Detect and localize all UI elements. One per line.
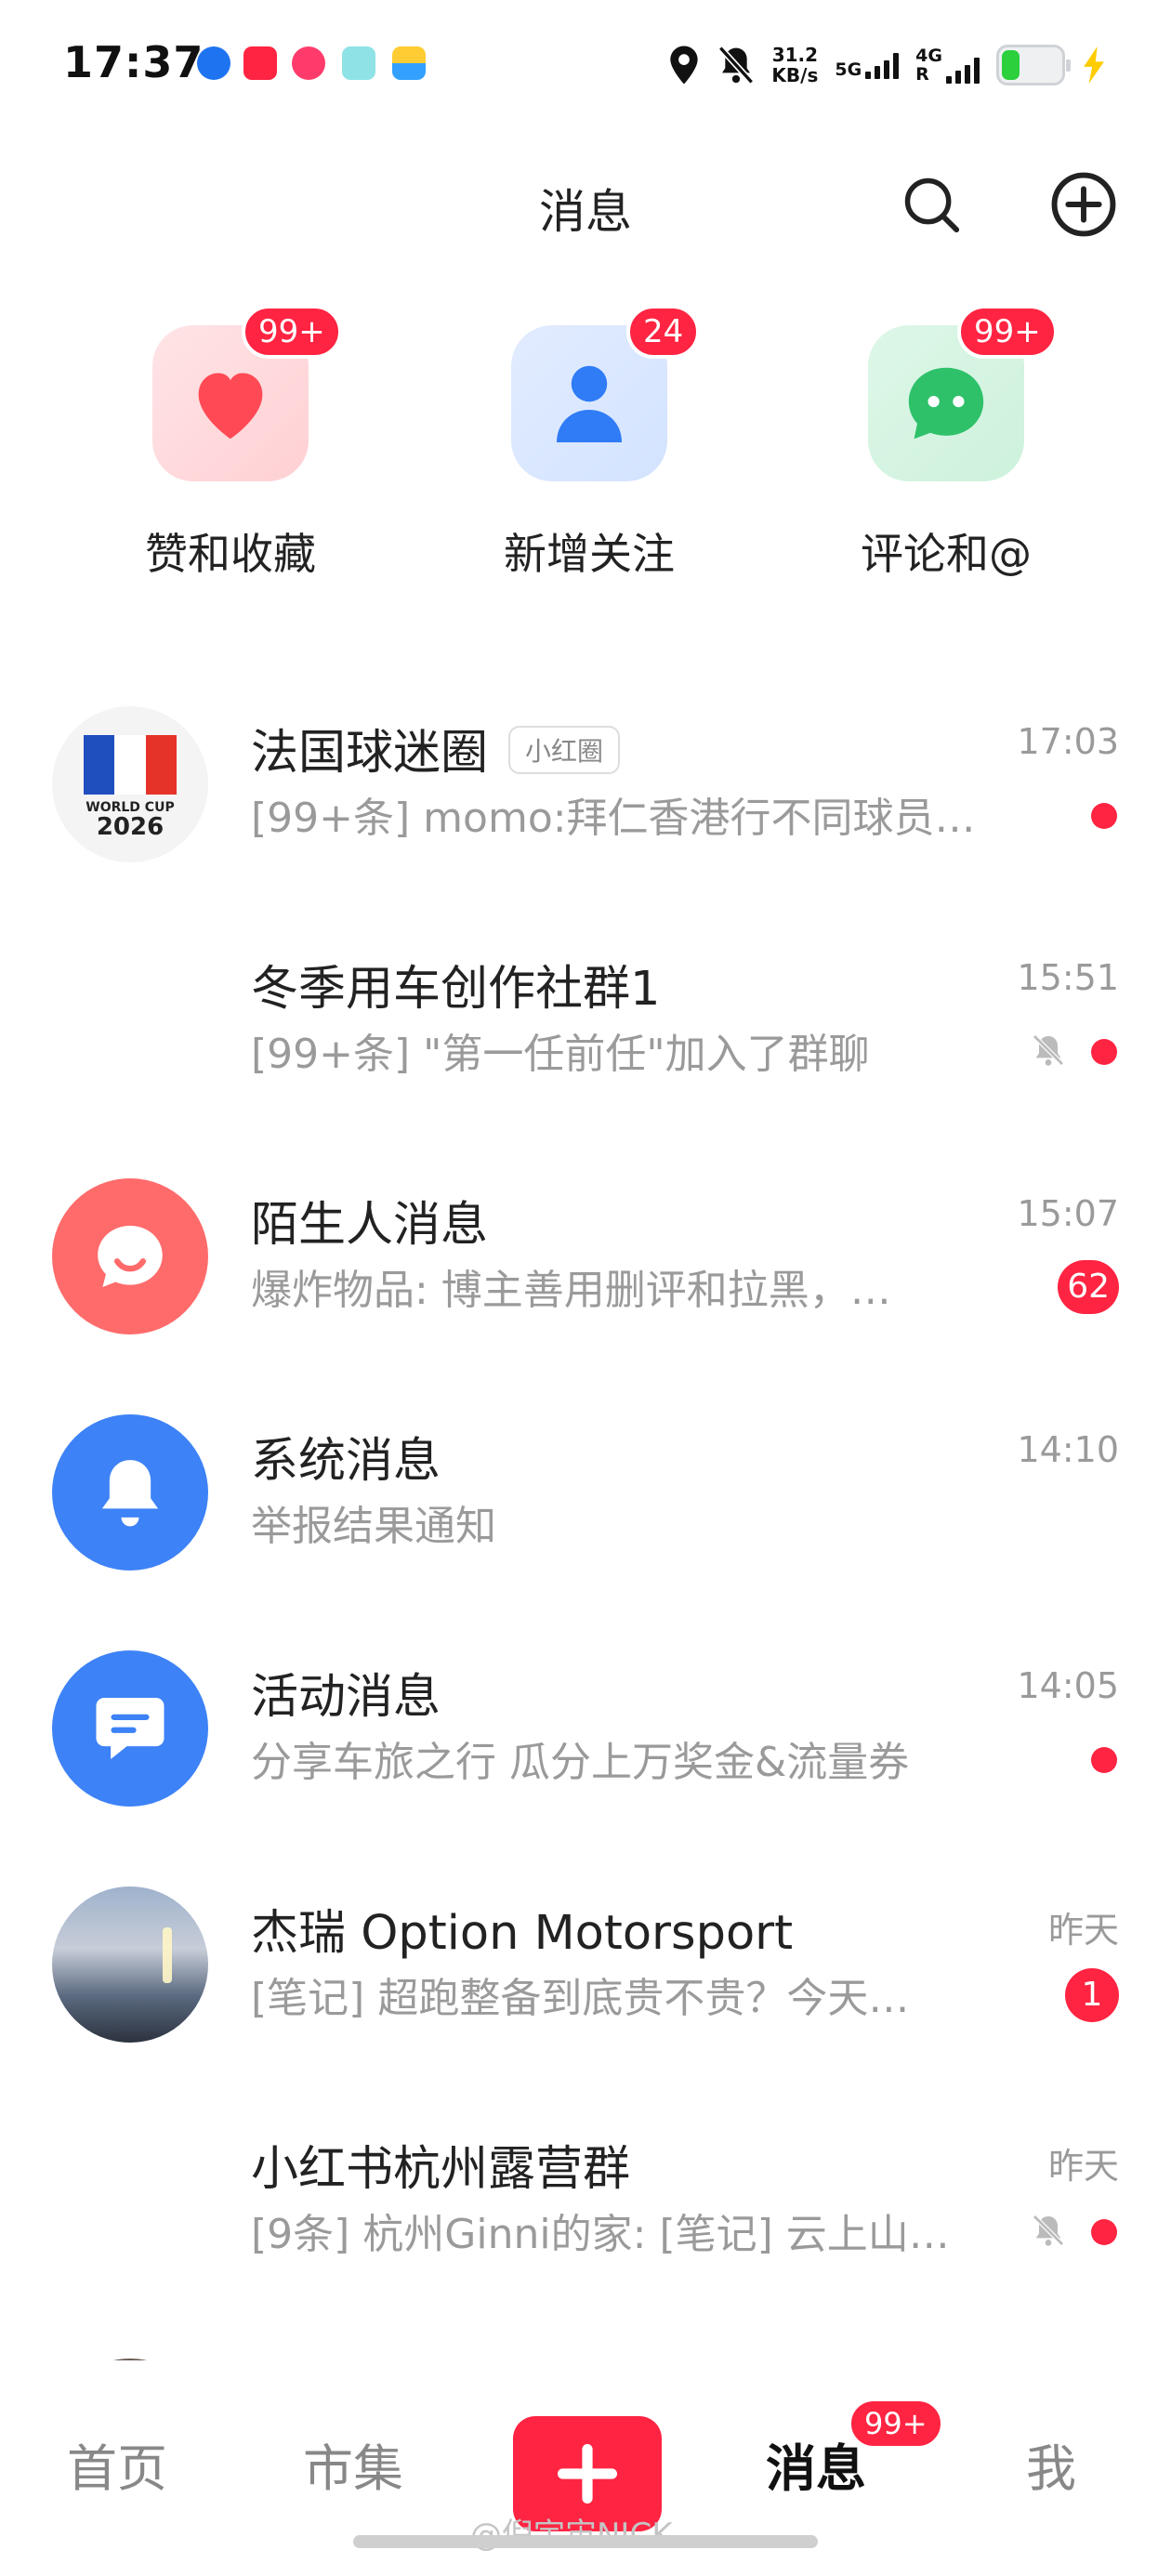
page-title: 消息: [539, 185, 632, 239]
nav-home[interactable]: 首页: [67, 2427, 167, 2501]
nav-messages[interactable]: 消息: [766, 2427, 866, 2501]
conversation-item[interactable]: 杰瑞 Option Motorsport [笔记] 超跑整备到底贵不贵？今天… …: [0, 1868, 1171, 2104]
avatar: [52, 1650, 208, 1807]
category-comments[interactable]: 99+ 评论和@: [792, 305, 1071, 585]
france-flag-icon: [84, 735, 177, 795]
signal-5g: 5G: [835, 51, 900, 79]
conversation-name: 陌生人消息: [251, 1198, 489, 1253]
conversation-time: 17:03: [1017, 721, 1119, 762]
avatar-year: 2026: [96, 813, 164, 841]
messages-badge: 99+: [848, 2398, 944, 2450]
conversation-time: 15:51: [1017, 957, 1119, 998]
instagram-like-icon: [292, 46, 325, 80]
conversation-name: 小红书杭州露营群: [251, 2142, 631, 2197]
bell-icon: [101, 1460, 159, 1527]
conversation-name: 法国球迷圈 小红圈: [251, 714, 621, 782]
conversation-name: 活动消息: [251, 1670, 441, 1725]
unread-dot: [1091, 1747, 1117, 1773]
conversation-item[interactable]: [0, 2340, 1171, 2360]
conversation-time: 14:10: [1017, 1429, 1119, 1470]
chat-icon: [908, 367, 984, 440]
mute-icon: [1033, 1034, 1064, 1066]
conversation-preview: 分享车旅之行 瓜分上万奖金&流量券: [251, 1739, 910, 1786]
conversation-time: 昨天: [1047, 1910, 1119, 1951]
category-label: 新增关注: [504, 529, 675, 579]
xiaohongshu-icon: [243, 46, 277, 80]
conversation-preview: [9条] 杭州Ginni的家: [笔记] 云上山…: [251, 2211, 950, 2258]
conversation-item[interactable]: 冬季用车创作社群1 [99+条] "第一任前任"加入了群聊 15:51: [0, 924, 1171, 1160]
conversation-preview: 举报结果通知: [251, 1503, 496, 1550]
conversation-name: 系统消息: [251, 1434, 441, 1489]
header: 消息: [0, 149, 1171, 260]
unread-dot: [1091, 1039, 1117, 1065]
avatar: WORLD CUP 2026: [52, 706, 208, 862]
unread-dot: [1091, 2219, 1117, 2245]
avatar: [52, 1178, 208, 1334]
group-avatar: [52, 2123, 208, 2279]
search-button[interactable]: [894, 167, 968, 242]
avatar: [52, 1886, 208, 2043]
conversation-item[interactable]: 系统消息 举报结果通知 14:10: [0, 1396, 1171, 1632]
plus-icon: [557, 2443, 618, 2504]
category-badge: 99+: [242, 305, 342, 359]
screen-icon: [342, 46, 375, 80]
unread-dot: [1091, 803, 1117, 829]
category-row: 99+ 赞和收藏 24 新增关注 99+ 评论和@: [0, 305, 1171, 585]
edge-browser-icon: [197, 46, 230, 80]
category-likes[interactable]: 99+ 赞和收藏: [76, 305, 355, 585]
category-badge: 99+: [957, 305, 1058, 359]
conversation-time: 15:07: [1017, 1193, 1119, 1234]
conversation-time: 14:05: [1017, 1665, 1119, 1706]
mute-icon: [1033, 2215, 1064, 2246]
conversation-name: 杰瑞 Option Motorsport: [251, 1906, 794, 1961]
signal-4g: 4G R: [915, 46, 980, 84]
mute-bell-icon: [718, 46, 755, 85]
unread-count-badge: 62: [1058, 1260, 1119, 1314]
wallet-icon: [392, 46, 426, 80]
avatar: [52, 1414, 208, 1571]
chat-bubble-icon: [98, 1225, 163, 1288]
nav-market[interactable]: 市集: [303, 2427, 403, 2501]
conversation-item[interactable]: 小红书杭州露营群 [9条] 杭州Ginni的家: [笔记] 云上山… 昨天: [0, 2104, 1171, 2340]
conversation-item[interactable]: 活动消息 分享车旅之行 瓜分上万奖金&流量券 14:05: [0, 1632, 1171, 1868]
conversation-time: 昨天: [1047, 2146, 1119, 2187]
conversation-name: 冬季用车创作社群1: [251, 962, 661, 1017]
search-icon: [904, 177, 960, 233]
add-button[interactable]: [1046, 167, 1121, 242]
category-label: 赞和收藏: [145, 529, 316, 579]
status-time: 17:37: [63, 37, 204, 87]
plus-circle-icon: [1051, 172, 1116, 237]
conversation-preview: [99+条] "第一任前任"加入了群聊: [251, 1031, 870, 1078]
circle-tag: 小红圈: [508, 726, 621, 774]
message-icon: [96, 1697, 164, 1760]
group-avatar: [52, 942, 208, 1098]
person-icon: [557, 365, 622, 442]
category-badge: 24: [626, 305, 701, 359]
battery-icon: [996, 45, 1071, 85]
conversation-list: WORLD CUP 2026 法国球迷圈 小红圈 [99+条] momo:拜仁香港…: [0, 688, 1171, 2360]
conversation-preview: 爆炸物品: 博主善用删评和拉黑，…: [251, 1267, 891, 1314]
conversation-preview: [99+条] momo:拜仁香港行不同球员…: [251, 795, 976, 842]
conversation-preview: [笔记] 超跑整备到底贵不贵？今天…: [251, 1975, 910, 2022]
heart-icon: [198, 373, 263, 440]
conversation-item[interactable]: 陌生人消息 爆炸物品: 博主善用删评和拉黑，… 15:07 62: [0, 1160, 1171, 1396]
status-bar: 17:37 31.2 KB/s 5G 4G R: [0, 0, 1171, 130]
net-speed: 31.2 KB/s: [771, 44, 819, 86]
category-label: 评论和@: [861, 529, 1032, 579]
unread-count-badge: 1: [1065, 1968, 1119, 2022]
home-indicator[interactable]: [353, 2535, 818, 2548]
nav-me[interactable]: 我: [1026, 2427, 1076, 2501]
location-icon: [670, 46, 699, 85]
conversation-item[interactable]: WORLD CUP 2026 法国球迷圈 小红圈 [99+条] momo:拜仁香港…: [0, 688, 1171, 924]
category-follows[interactable]: 24 新增关注: [435, 305, 714, 585]
charging-icon: [1084, 46, 1104, 84]
